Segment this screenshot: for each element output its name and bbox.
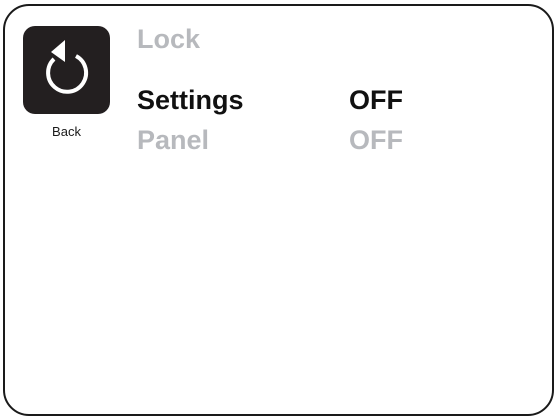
page-title: Lock [137,24,201,54]
back-arrow-icon [46,40,89,94]
menu-item-label: Panel [137,125,210,155]
menu-item-panel[interactable]: Panel OFF [137,125,437,161]
menu-item-settings[interactable]: Settings OFF [137,85,437,121]
back-button[interactable] [23,26,110,114]
menu-item-value: OFF [349,125,403,155]
menu-item-label: Settings [137,85,244,115]
menu-item-value: OFF [349,85,403,115]
back-label: Back [52,124,81,139]
